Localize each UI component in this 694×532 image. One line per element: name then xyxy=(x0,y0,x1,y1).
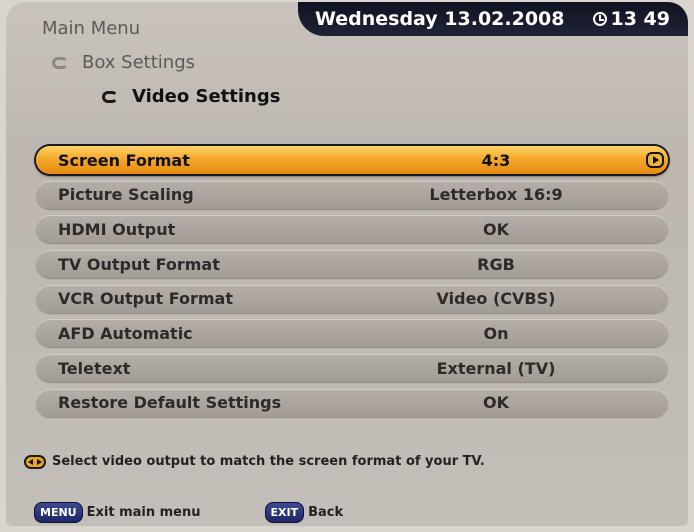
setting-value: 4:3 xyxy=(481,150,511,170)
setting-row-teletext[interactable]: Teletext External (TV) xyxy=(36,354,668,383)
breadcrumb-video-settings: Video Settings xyxy=(102,86,280,107)
hint-text: Select video output to match the screen … xyxy=(52,454,485,469)
setting-row-picture-scaling[interactable]: Picture Scaling Letterbox 16:9 xyxy=(36,180,668,209)
date-text: Wednesday 13.02.2008 xyxy=(314,8,565,30)
exit-main-menu-label: Exit main menu xyxy=(86,505,201,520)
setting-label: TV Output Format xyxy=(58,254,220,274)
setting-row-vcr-output-format[interactable]: VCR Output Format Video (CVBS) xyxy=(36,284,668,313)
setting-label: Screen Format xyxy=(58,150,190,170)
exit-key-icon: EXIT xyxy=(264,502,305,523)
menu-key-icon: MENU xyxy=(34,502,83,523)
setting-row-restore-defaults[interactable]: Restore Default Settings OK xyxy=(36,388,668,417)
date-time-bar: Wednesday 13.02.2008 13 49 xyxy=(298,2,688,36)
left-right-arrows-icon xyxy=(24,454,46,469)
setting-label: Picture Scaling xyxy=(58,185,194,205)
exit-main-menu-action[interactable]: MENU Exit main menu xyxy=(34,502,201,523)
play-right-icon[interactable] xyxy=(646,152,664,168)
back-label: Back xyxy=(308,505,344,520)
breadcrumb-main-menu[interactable]: Main Menu xyxy=(42,18,140,39)
footer-legend: MENU Exit main menu EXIT Back xyxy=(34,502,343,523)
submenu-arrow-icon xyxy=(102,90,118,103)
setting-row-afd-automatic[interactable]: AFD Automatic On xyxy=(36,319,668,348)
setting-label: AFD Automatic xyxy=(58,323,193,343)
page-title: Video Settings xyxy=(132,86,281,107)
setting-label: Restore Default Settings xyxy=(58,393,282,413)
setting-value: RGB xyxy=(477,254,515,274)
setting-row-screen-format[interactable]: Screen Format 4:3 xyxy=(36,146,668,174)
back-action[interactable]: EXIT Back xyxy=(264,502,344,523)
setting-value: External (TV) xyxy=(436,358,556,378)
setting-value: Letterbox 16:9 xyxy=(429,185,563,205)
time-text: 13 49 xyxy=(610,8,671,30)
menu-frame: Wednesday 13.02.2008 13 49 Main Menu Box… xyxy=(6,2,688,526)
help-hint: Select video output to match the screen … xyxy=(24,454,485,469)
setting-value: OK xyxy=(483,393,509,413)
setting-value: Video (CVBS) xyxy=(436,289,556,309)
setting-value: OK xyxy=(483,219,509,239)
setting-label: HDMI Output xyxy=(58,219,176,239)
clock: 13 49 xyxy=(592,8,671,30)
setting-row-hdmi-output[interactable]: HDMI Output OK xyxy=(36,215,668,244)
setting-row-tv-output-format[interactable]: TV Output Format RGB xyxy=(36,250,668,279)
setting-value: On xyxy=(483,323,509,343)
setting-label: VCR Output Format xyxy=(58,289,233,309)
settings-list: Screen Format 4:3 Picture Scaling Letter… xyxy=(36,146,668,424)
submenu-arrow-icon xyxy=(52,56,68,69)
breadcrumb-box-settings[interactable]: Box Settings xyxy=(52,52,195,73)
breadcrumb-box-label: Box Settings xyxy=(82,52,196,73)
setting-label: Teletext xyxy=(58,358,131,378)
clock-icon xyxy=(592,12,607,26)
